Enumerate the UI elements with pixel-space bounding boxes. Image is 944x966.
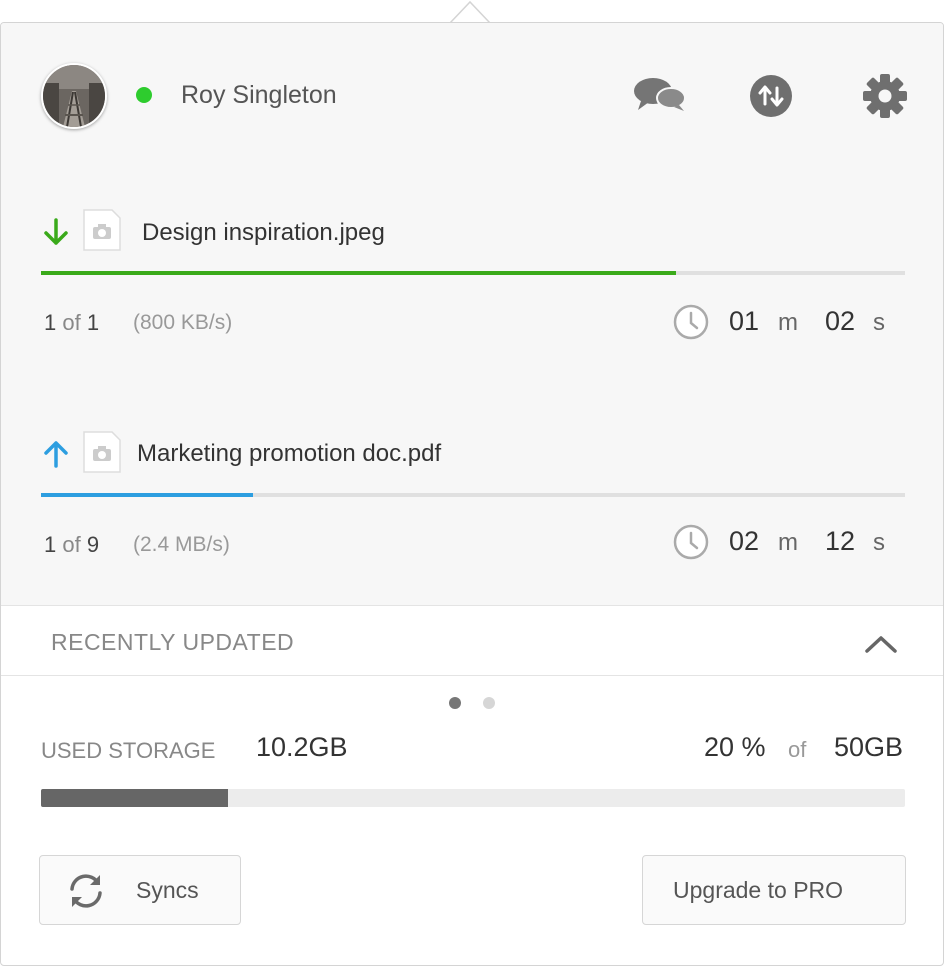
time-minutes-unit: m <box>778 309 798 336</box>
storage-total: 50GB <box>834 732 904 762</box>
time-seconds-unit: s <box>873 529 885 556</box>
popover-caret <box>432 0 512 24</box>
section-divider <box>1 675 943 676</box>
sync-panel: Roy Singleton Design inspiration.jpeg 1 … <box>0 22 944 966</box>
storage-bar-fill <box>41 789 229 807</box>
transfers-area: Roy Singleton Design inspiration.jpeg 1 … <box>1 23 943 606</box>
image-file-icon <box>83 431 121 473</box>
transfer-total: 9 <box>86 532 100 557</box>
chevron-up-icon[interactable] <box>863 633 899 655</box>
time-seconds-unit: s <box>873 309 885 336</box>
transfer-progress-bar <box>41 493 905 497</box>
transfer-speed: (800 KB/s) <box>133 311 233 334</box>
storage-bar <box>41 789 905 807</box>
transfer-of: of <box>62 310 81 335</box>
recently-updated-label: RECENTLY UPDATED <box>51 629 295 655</box>
used-storage-label: USED STORAGE <box>41 738 216 763</box>
transfer-current: 1 <box>44 532 57 557</box>
sync-icon <box>70 874 102 908</box>
transfer-icon[interactable] <box>750 75 792 117</box>
syncs-button[interactable]: Syncs <box>39 855 241 925</box>
avatar[interactable] <box>41 63 107 129</box>
online-status-dot <box>136 87 152 103</box>
storage-percent: 20 % <box>704 732 766 762</box>
upgrade-button-label: Upgrade to PRO <box>673 877 844 903</box>
user-name: Roy Singleton <box>181 81 337 109</box>
transfer-speed: (2.4 MB/s) <box>133 533 230 556</box>
transfer-file-name: Design inspiration.jpeg <box>142 219 385 246</box>
transfer-progress-fill <box>41 493 253 497</box>
transfer-total: 1 <box>86 310 100 335</box>
gear-icon[interactable] <box>863 74 907 118</box>
transfer-file-name: Marketing promotion doc.pdf <box>137 440 442 467</box>
time-minutes: 02 <box>729 526 760 556</box>
chat-icon[interactable] <box>633 77 687 113</box>
transfer-count: 1 of 1 <box>44 310 99 336</box>
time-minutes-unit: m <box>778 529 798 556</box>
syncs-button-label: Syncs <box>136 877 199 903</box>
clock-icon <box>673 304 709 340</box>
transfer-current: 1 <box>44 310 57 335</box>
upgrade-button[interactable]: Upgrade to PRO <box>642 855 906 925</box>
transfer-progress-fill <box>41 271 677 275</box>
transfer-progress-bar <box>41 271 905 275</box>
pagination-dot[interactable] <box>483 697 495 709</box>
transfer-count: 1 of 9 <box>44 532 99 558</box>
transfer-of: of <box>62 532 81 557</box>
image-file-icon <box>83 209 121 251</box>
storage-of: of <box>788 737 807 762</box>
pagination-dot[interactable] <box>449 697 461 709</box>
time-seconds: 12 <box>825 526 856 556</box>
download-arrow-icon <box>44 218 68 245</box>
time-minutes: 01 <box>729 306 760 336</box>
upload-arrow-icon <box>44 441 68 468</box>
clock-icon <box>673 524 709 560</box>
time-seconds: 02 <box>825 306 856 336</box>
used-storage-value: 10.2GB <box>256 732 348 762</box>
